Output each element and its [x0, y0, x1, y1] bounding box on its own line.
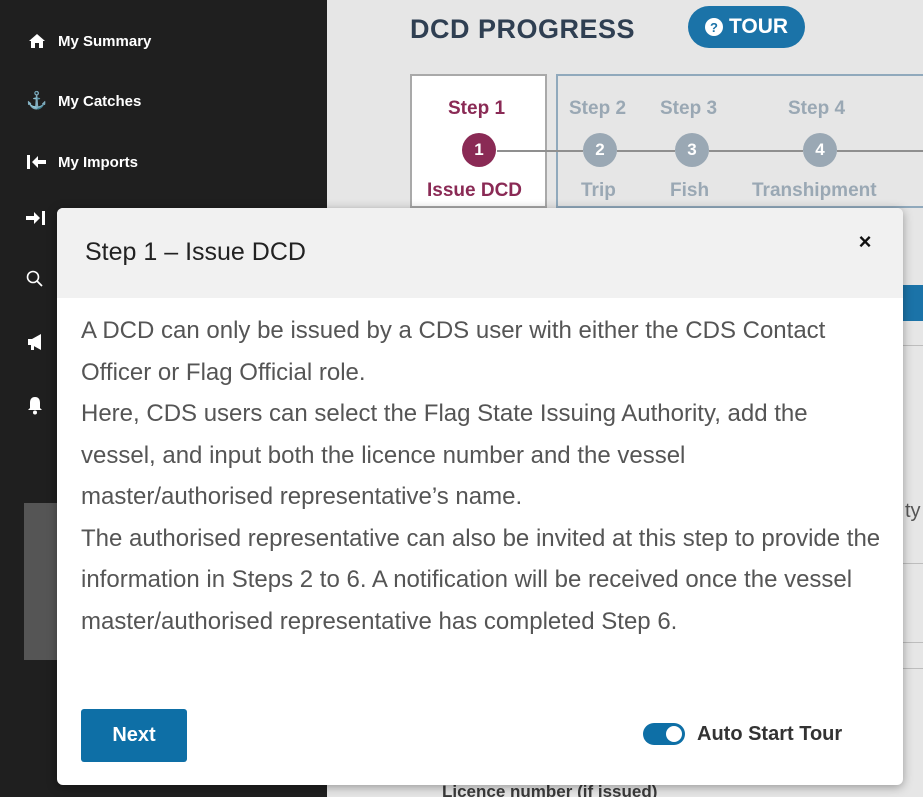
auto-start-tour: Auto Start Tour — [643, 719, 842, 749]
toggle-knob — [666, 726, 682, 742]
auto-start-label: Auto Start Tour — [697, 722, 843, 745]
close-icon[interactable]: × — [853, 229, 877, 254]
modal-header: Step 1 – Issue DCD × — [57, 208, 903, 298]
modal-paragraph: The authorised representative can also b… — [81, 524, 881, 635]
modal-title: Step 1 – Issue DCD — [85, 238, 306, 266]
tour-modal: Step 1 – Issue DCD × A DCD can only be i… — [57, 208, 903, 785]
modal-body: A DCD can only be issued by a CDS user w… — [81, 310, 881, 642]
auto-start-toggle[interactable] — [643, 723, 685, 745]
modal-paragraph: Here, CDS users can select the Flag Stat… — [81, 400, 808, 510]
modal-paragraph: A DCD can only be issued by a CDS user w… — [81, 317, 826, 386]
next-button[interactable]: Next — [81, 709, 187, 762]
